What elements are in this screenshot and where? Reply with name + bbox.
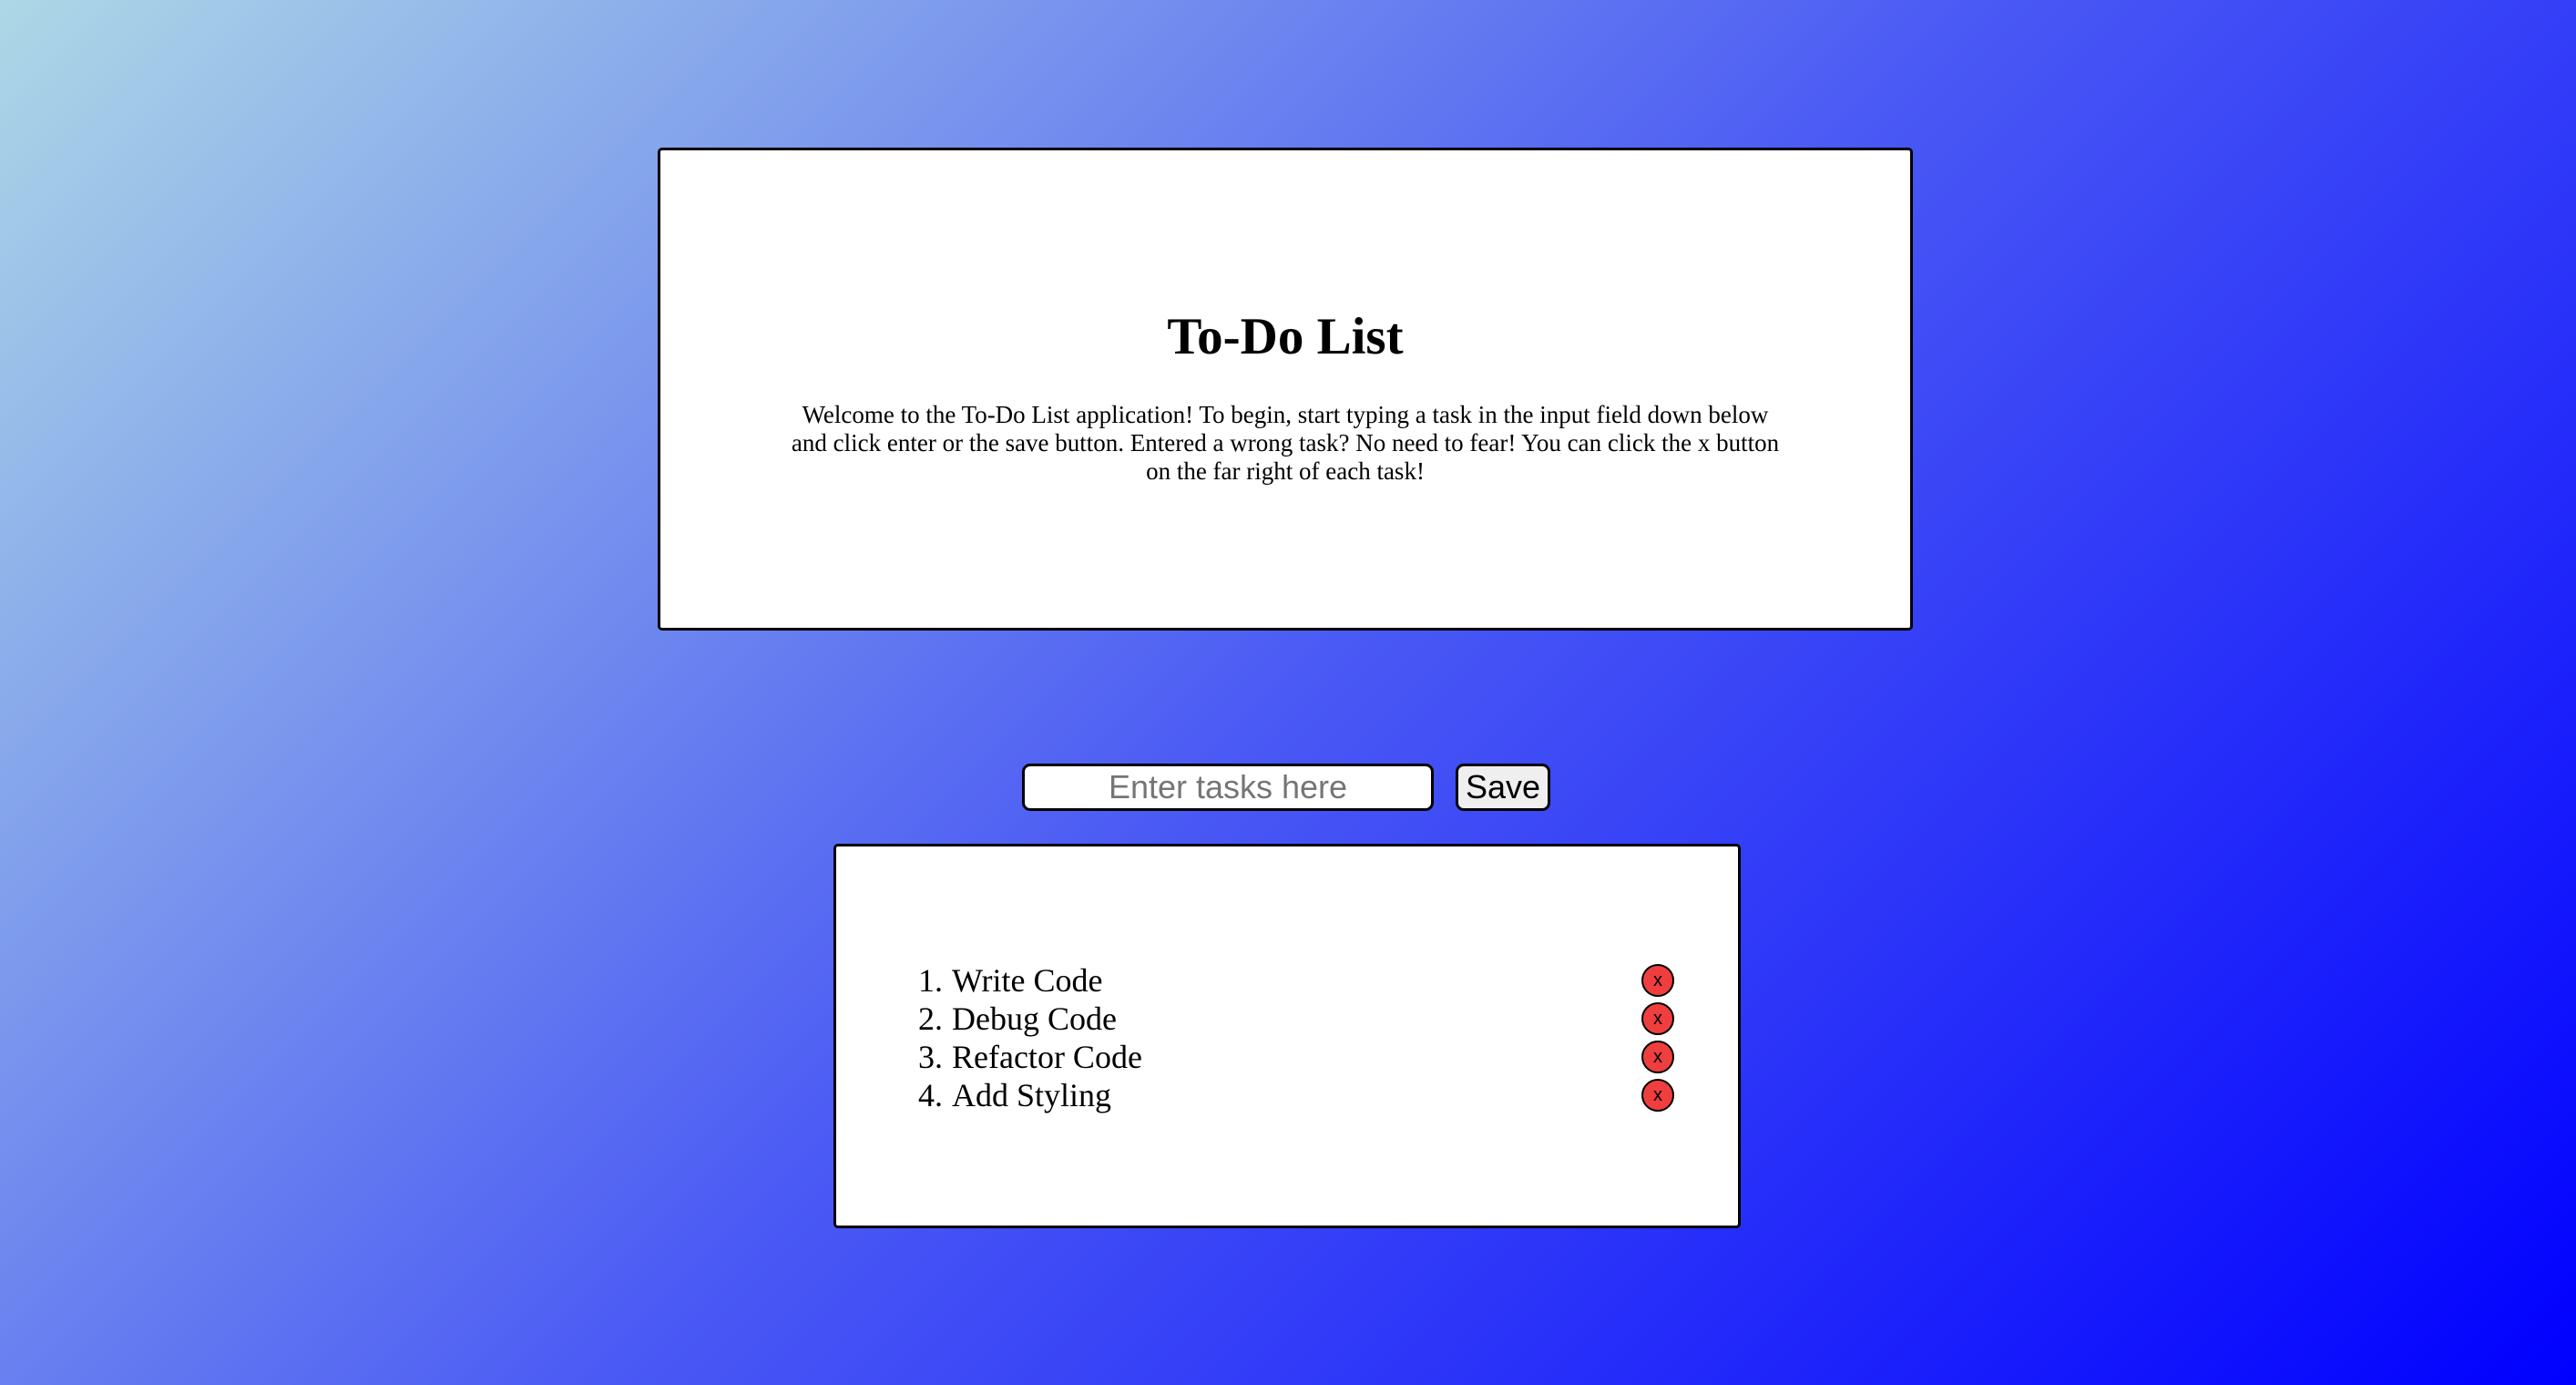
intro-description: Welcome to the To-Do List application! T…	[791, 401, 1780, 485]
delete-task-button[interactable]: x	[1641, 964, 1674, 997]
task-label: 4. Add Styling	[918, 1076, 1111, 1114]
page-title: To-Do List	[1167, 308, 1404, 365]
task-item: 2. Debug Code x	[918, 1000, 1674, 1038]
task-text: Add Styling	[952, 1077, 1112, 1113]
delete-task-button[interactable]: x	[1641, 1079, 1674, 1112]
task-item: 3. Refactor Code x	[918, 1038, 1674, 1076]
task-text: Write Code	[952, 962, 1103, 999]
task-number: 1.	[918, 962, 943, 999]
task-form: Save	[1022, 764, 1550, 811]
task-text: Refactor Code	[952, 1039, 1142, 1075]
task-label: 2. Debug Code	[918, 1000, 1117, 1038]
task-list-card: 1. Write Code x 2. Debug Code x 3. Refactor…	[833, 844, 1741, 1228]
intro-card: To-Do List Welcome to the To-Do List app…	[658, 148, 1913, 631]
delete-task-button[interactable]: x	[1641, 1002, 1674, 1035]
task-label: 1. Write Code	[918, 961, 1103, 1000]
task-text: Debug Code	[952, 1000, 1117, 1037]
task-item: 1. Write Code x	[918, 961, 1674, 1000]
task-label: 3. Refactor Code	[918, 1038, 1142, 1076]
task-list: 1. Write Code x 2. Debug Code x 3. Refactor…	[918, 961, 1674, 1114]
task-number: 2.	[918, 1000, 943, 1037]
task-number: 3.	[918, 1039, 943, 1075]
save-button[interactable]: Save	[1456, 764, 1550, 811]
task-number: 4.	[918, 1077, 943, 1113]
delete-task-button[interactable]: x	[1641, 1041, 1674, 1073]
task-item: 4. Add Styling x	[918, 1076, 1674, 1114]
task-input[interactable]	[1022, 764, 1434, 811]
